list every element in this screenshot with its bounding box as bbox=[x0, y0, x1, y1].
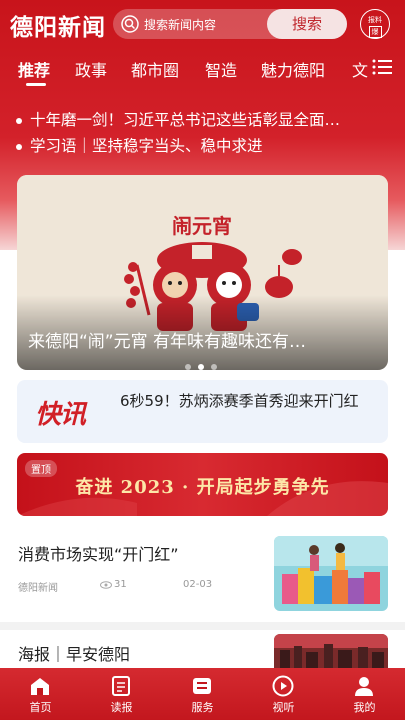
newspaper-icon bbox=[112, 676, 130, 696]
flash-news-text: 6秒59！苏炳添赛季首秀迎来开门红 bbox=[120, 392, 359, 410]
nav-newspaper[interactable]: 读报 bbox=[81, 668, 162, 720]
eye-icon bbox=[100, 581, 112, 589]
menu-icon[interactable] bbox=[372, 58, 392, 76]
user-icon bbox=[355, 677, 373, 696]
active-tab-indicator bbox=[26, 83, 46, 86]
featured-carousel[interactable]: 闹元宵 来德阳“闹”元宵 有年味有趣味还有… bbox=[17, 175, 388, 370]
news-source: 德阳新闻 bbox=[18, 583, 58, 594]
news-date: 02-03 bbox=[183, 579, 213, 590]
bottom-navigation: 首页 读报 服务 视听 我的 bbox=[0, 668, 405, 720]
news-title: 海报｜早安德阳 bbox=[18, 645, 131, 664]
nav-label: 我的 bbox=[353, 701, 376, 714]
section-divider bbox=[0, 622, 405, 630]
pinned-banner[interactable]: 置顶 奋进 2023 · 开局起步勇争先 bbox=[17, 453, 388, 516]
search-icon bbox=[121, 15, 139, 33]
tab-culture[interactable]: 文 bbox=[352, 57, 368, 81]
nav-service[interactable]: 服务 bbox=[162, 668, 243, 720]
headline-item[interactable]: 学习语｜坚持稳字当头、稳中求进 bbox=[16, 134, 263, 156]
nav-label: 读报 bbox=[110, 701, 133, 714]
news-title: 消费市场实现“开门红” bbox=[18, 545, 179, 564]
city-poster-thumbnail bbox=[274, 634, 388, 668]
banner-title: 奋进 2023 · 开局起步勇争先 bbox=[75, 477, 330, 498]
nav-label: 服务 bbox=[191, 701, 214, 714]
nav-audio-video[interactable]: 视听 bbox=[243, 668, 324, 720]
carousel-pagination bbox=[185, 355, 224, 370]
carousel-dot-active[interactable] bbox=[198, 364, 204, 370]
headline-text: 十年磨一剑！习近平总书记这些话彰显全面… bbox=[30, 111, 341, 129]
tab-politics[interactable]: 政事 bbox=[75, 57, 107, 81]
report-button[interactable]: 报料 爆 bbox=[360, 9, 390, 39]
flash-news-card[interactable]: 快讯 6秒59！苏炳添赛季首秀迎来开门红 bbox=[17, 380, 388, 443]
report-icon: 爆 bbox=[368, 26, 382, 38]
headline-item[interactable]: 十年磨一剑！习近平总书记这些话彰显全面… bbox=[16, 108, 340, 130]
flash-news-logo: 快讯 bbox=[35, 400, 86, 430]
home-icon bbox=[31, 678, 49, 695]
category-tabs: 推荐 政事 都市圈 智造 魅力德阳 文 bbox=[0, 57, 405, 87]
search-bar[interactable]: 搜索新闻内容 搜索 bbox=[113, 9, 347, 39]
play-icon bbox=[272, 675, 294, 697]
carousel-caption: 来德阳“闹”元宵 有年味有趣味还有… bbox=[28, 332, 307, 352]
tab-recommend[interactable]: 推荐 bbox=[18, 57, 50, 81]
carousel-dot[interactable] bbox=[211, 364, 217, 370]
search-button[interactable]: 搜索 bbox=[267, 9, 347, 39]
nav-profile[interactable]: 我的 bbox=[324, 668, 405, 720]
app-logo: 德阳新闻 bbox=[10, 14, 106, 41]
nav-home[interactable]: 首页 bbox=[0, 668, 81, 720]
news-views: 31 bbox=[114, 579, 127, 590]
shopping-bags-thumbnail bbox=[274, 536, 388, 611]
headline-text: 学习语｜坚持稳字当头、稳中求进 bbox=[30, 137, 263, 155]
tab-city[interactable]: 都市圈 bbox=[131, 57, 179, 81]
tab-manufacturing[interactable]: 智造 bbox=[205, 57, 237, 81]
bullet-icon bbox=[16, 117, 22, 124]
carousel-art-title: 闹元宵 bbox=[172, 214, 232, 238]
carousel-dot[interactable] bbox=[185, 364, 191, 370]
tab-charm-deyang[interactable]: 魅力德阳 bbox=[261, 57, 325, 81]
top-bar: 德阳新闻 搜索新闻内容 搜索 报料 爆 bbox=[0, 0, 405, 48]
nav-label: 首页 bbox=[29, 701, 52, 714]
report-label: 报料 bbox=[368, 16, 382, 24]
nav-label: 视听 bbox=[272, 701, 295, 714]
search-input[interactable]: 搜索新闻内容 bbox=[144, 16, 216, 33]
service-icon bbox=[193, 678, 211, 694]
bullet-icon bbox=[16, 143, 22, 150]
